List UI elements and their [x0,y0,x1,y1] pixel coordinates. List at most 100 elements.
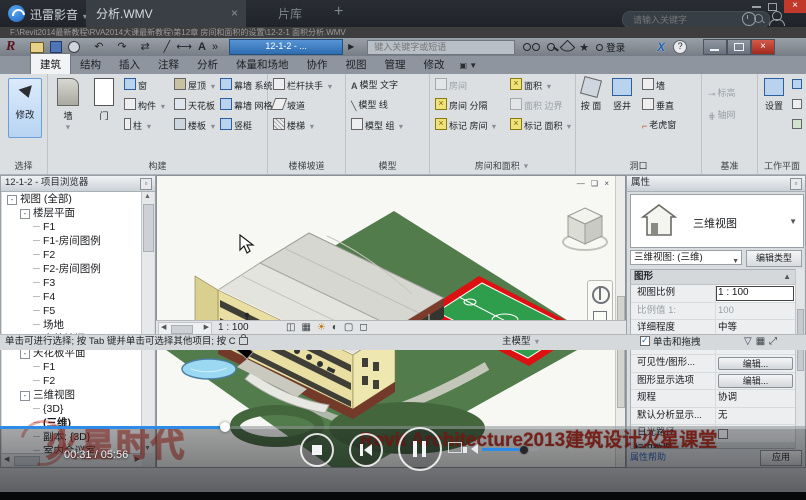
stair-button[interactable]: 楼梯 ▼ [273,118,315,133]
tree-item[interactable]: F4 [2,290,142,304]
panel-close-icon[interactable]: ▫ [140,178,152,190]
show-workplane-button[interactable] [792,78,804,93]
tree-expand-icon[interactable]: - [20,349,30,359]
revit-close-button[interactable]: × [751,39,775,55]
tree-item[interactable]: -视图 (全部) [2,192,142,206]
design-option-select[interactable]: 主模型 ▼ [502,335,541,349]
help-icon[interactable]: ? [673,40,687,54]
property-edit-button[interactable]: 编辑... [718,357,793,371]
volume-icon[interactable] [466,444,478,454]
view-scale-label[interactable]: 1 : 100 [218,322,249,333]
curtain-grid-button[interactable]: 幕墙 网格 [220,98,273,113]
properties-scrollbar[interactable] [795,269,804,449]
tree-item[interactable]: -楼层平面 [2,206,142,220]
ref-plane-button[interactable] [792,118,804,133]
ribbon-tab-modify[interactable]: 修改 [415,54,454,74]
playlist-icon[interactable] [448,442,462,453]
stop-button[interactable] [300,433,334,467]
favorites-icon[interactable]: ★ [579,41,589,54]
ribbon-tab-view[interactable]: 视图 [337,54,376,74]
ribbon-tab-insert[interactable]: 插入 [110,54,149,74]
type-selector[interactable]: 三维视图 ▼ [630,194,804,248]
ribbon-tab-massing[interactable]: 体量和场地 [227,54,298,74]
revit-minimize-button[interactable] [703,39,727,55]
ribbon-collapse-button[interactable]: ▣ ▼ [460,61,478,74]
room-button[interactable]: 房间 [435,78,467,93]
property-value[interactable]: 编辑... [715,373,795,390]
dormer-button[interactable]: ⌐老虎窗 [642,118,676,133]
window-button[interactable]: 窗 [124,78,147,93]
switch-windows-icon[interactable]: ⇄ [140,39,149,55]
player-search-input[interactable] [631,12,745,27]
player-tab-library[interactable]: 片库 [240,0,340,27]
railing-button[interactable]: 栏杆扶手 ▼ [273,78,333,93]
signin-label[interactable]: 登录 [606,40,625,54]
revit-app-button[interactable]: R [6,39,15,55]
seek-bar-handle[interactable] [220,422,230,432]
new-tab-button[interactable]: + [334,3,343,21]
steering-wheel-icon[interactable] [592,286,610,304]
aligned-dimension-icon[interactable]: ⟷ [176,39,192,55]
tree-expand-icon[interactable]: - [20,391,30,401]
exchange-apps-icon[interactable]: X [657,40,665,54]
door-button[interactable]: 门 [88,76,120,140]
model-group-button[interactable]: 模型 组 ▼ [351,118,405,133]
open-icon[interactable] [30,42,44,53]
infocenter-search-box[interactable] [367,40,515,55]
tree-item[interactable]: F1-房间图例 [2,234,142,248]
model-text-button[interactable]: A模型 文字 [351,78,398,93]
tree-item[interactable]: F2-房间图例 [2,262,142,276]
ceiling-button[interactable]: 天花板 [174,98,215,113]
tree-item[interactable]: F3 [2,276,142,290]
window-maximize-button[interactable] [768,3,777,11]
window-minimize-button[interactable] [752,6,761,8]
ribbon-tab-manage[interactable]: 管理 [376,54,415,74]
click-drag-checkbox[interactable]: 单击和拖拽 [640,335,701,350]
tree-item[interactable]: {3D} [2,402,142,416]
tree-item[interactable]: F1 [2,360,142,374]
infocenter-search-input[interactable] [372,41,512,54]
history-icon[interactable] [742,12,756,26]
window-close-button[interactable]: × [784,0,806,13]
view-control-icons[interactable]: ◫▦☀◐▢◻ [286,322,374,333]
scrollbar-thumb[interactable] [617,296,625,408]
ribbon-tab-analyze[interactable]: 分析 [188,54,227,74]
wall-button[interactable]: 墙▼ [52,76,84,140]
sync-icon[interactable] [68,41,80,53]
grid-button[interactable]: ⋕轴网 [708,108,736,123]
redo-icon[interactable]: ↷ [117,39,126,55]
instance-selector[interactable]: 三维视图: (三维) ▼ [630,250,742,265]
room-separator-button[interactable]: 房间 分隔 [435,98,488,113]
property-value[interactable]: 编辑... [715,355,795,372]
area-button[interactable]: 面积 ▼ [510,78,552,93]
scroll-up-icon[interactable]: ▲ [144,193,151,200]
workplane-viewer-button[interactable] [792,98,804,113]
pause-button[interactable] [398,427,442,471]
text-icon[interactable]: A [198,39,206,55]
browser-scrollbar[interactable]: ▲ ▼ [141,192,154,453]
tree-item[interactable]: F5 [2,304,142,318]
tree-item[interactable]: F2 [2,248,142,262]
search-binoculars-icon[interactable] [523,43,531,51]
communication-center-icon[interactable] [560,39,576,55]
player-app-menu[interactable]: 迅雷影音 ▼ [30,6,89,23]
viewcube[interactable] [561,202,609,254]
opening-by-face-button[interactable]: 按 面 [578,76,604,140]
tree-item[interactable]: -三维视图 [2,388,142,402]
volume-handle[interactable] [519,445,529,455]
property-value[interactable]: 协调 [715,390,795,407]
view-next-icon[interactable]: ▶ [348,39,354,55]
floor-button[interactable]: 楼板 ▼ [174,118,216,133]
level-button[interactable]: ⊸标高 [708,86,736,101]
modify-button[interactable]: 修改 [8,78,42,138]
tree-expand-icon[interactable]: - [7,195,17,205]
ribbon-tab-structure[interactable]: 结构 [71,54,110,74]
tag-area-button[interactable]: 标记 面积 ▼ [510,118,573,133]
edit-type-button[interactable]: 编辑类型 [746,250,802,267]
set-workplane-button[interactable]: 设置 [760,76,788,140]
save-icon[interactable] [50,41,62,53]
signin-user-icon[interactable] [596,44,603,51]
undo-icon[interactable]: ↶ [94,39,103,55]
tree-item[interactable]: 场地 [2,318,142,332]
player-tab-current[interactable]: 分析.WMV × [86,0,246,27]
